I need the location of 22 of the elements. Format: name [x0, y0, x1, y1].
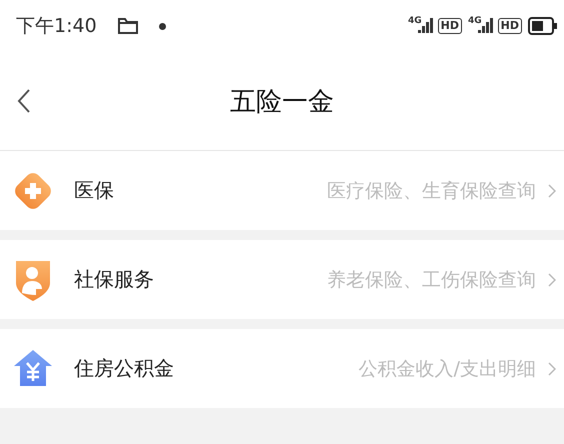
hd-badge: HD: [498, 18, 522, 34]
notification-dot-icon: [158, 22, 166, 30]
service-detail: 医疗保险、生育保险查询: [326, 178, 536, 204]
page-title: 五险一金: [230, 86, 334, 118]
status-time: 下午1:40: [16, 14, 97, 39]
service-detail: 公积金收入/支出明细: [358, 356, 536, 382]
service-label: 医保: [74, 177, 114, 204]
chevron-icon: [548, 184, 556, 198]
battery-icon: [528, 17, 558, 35]
folder-icon: [116, 17, 139, 35]
service-label: 社保服务: [74, 266, 154, 293]
hd-badge: HD: [438, 18, 462, 34]
chevron-icon: [548, 272, 556, 286]
back-icon[interactable]: [17, 88, 31, 114]
chevron-icon: [548, 362, 556, 376]
service-detail: 养老保险、工伤保险查询: [326, 268, 536, 292]
service-row[interactable]: 住房公积金 公积金收入/支出明细: [0, 329, 564, 408]
network-label: 4G: [468, 16, 482, 26]
service-label: 住房公积金: [74, 355, 174, 382]
service-row[interactable]: 社保服务 养老保险、工伤保险查询: [0, 240, 564, 319]
service-row[interactable]: 医保 医疗保险、生育保险查询: [0, 151, 564, 230]
network-label: 4G: [408, 16, 422, 26]
